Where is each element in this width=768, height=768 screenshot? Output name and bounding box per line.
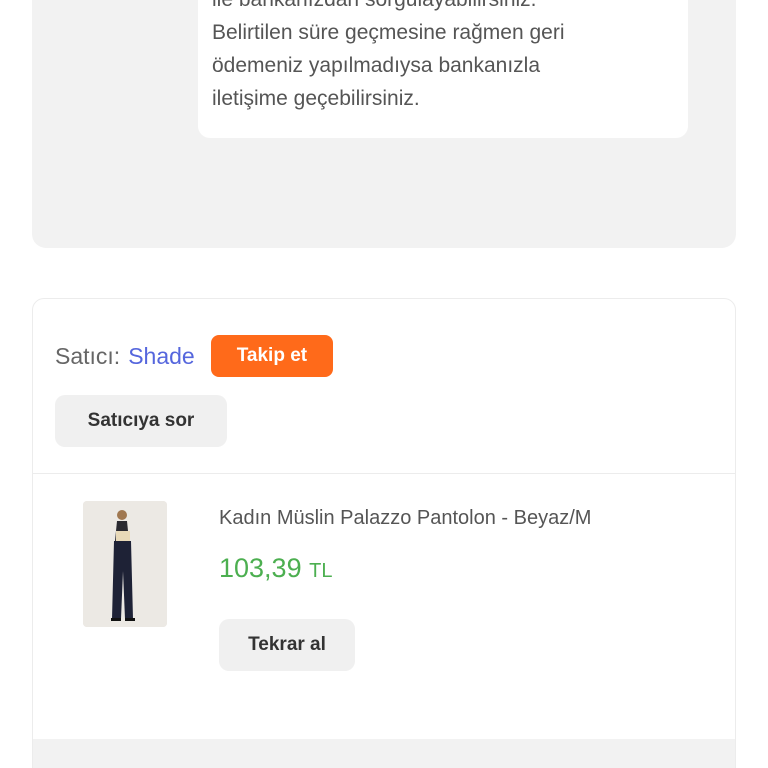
follow-seller-button[interactable]: Takip et xyxy=(210,335,334,377)
divider xyxy=(33,473,735,474)
ask-seller-button[interactable]: Satıcıya sor xyxy=(55,395,227,447)
rebuy-button[interactable]: Tekrar al xyxy=(219,619,355,671)
refund-info-text: ile bankanızdan sorgulayabilirsiniz. Bel… xyxy=(212,0,682,115)
refund-info-line: Belirtilen süre geçmesine rağmen geri xyxy=(212,21,565,44)
seller-order-card: Satıcı: Shade Takip et Satıcıya sor Kadı… xyxy=(32,298,736,768)
price-amount: 103,39 xyxy=(219,553,302,583)
product-price: 103,39 TL xyxy=(219,553,332,584)
bottom-strip xyxy=(33,739,735,768)
refund-info-bubble: ile bankanızdan sorgulayabilirsiniz. Bel… xyxy=(198,0,688,138)
price-currency: TL xyxy=(309,560,333,582)
refund-info-line: iletişime geçebilirsiniz. xyxy=(212,87,420,110)
refund-info-line: ödemeniz yapılmadıysa bankanızla xyxy=(212,54,541,77)
refund-info-line: ile bankanızdan sorgulayabilirsiniz. xyxy=(212,0,682,16)
product-image[interactable] xyxy=(83,501,167,627)
seller-name-link[interactable]: Shade xyxy=(128,343,195,370)
product-title[interactable]: Kadın Müslin Palazzo Pantolon - Beyaz/M xyxy=(219,507,591,530)
seller-row: Satıcı: Shade Takip et xyxy=(55,335,334,377)
product-photo-icon xyxy=(83,501,167,627)
seller-label: Satıcı: xyxy=(55,342,121,369)
